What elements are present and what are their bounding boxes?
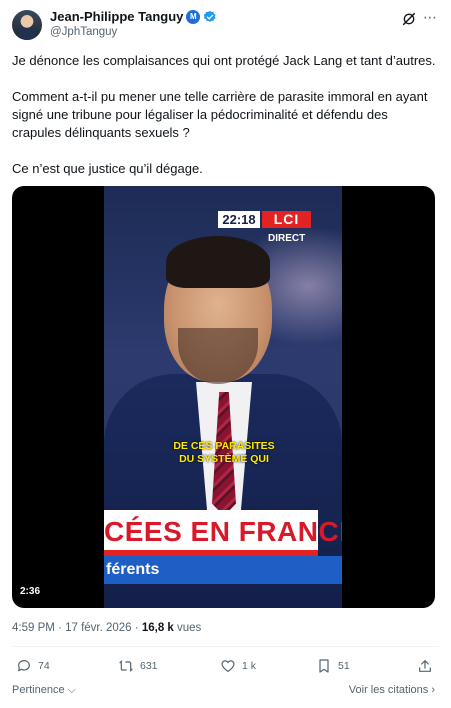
share-icon [419, 660, 431, 672]
bookmark-count: 51 [338, 660, 350, 672]
tweet-text: Je dénonce les complaisances qui ont pro… [12, 52, 439, 196]
news-banner-text: CÉES EN FRANCE [104, 516, 342, 547]
video-subtitle: DE CES PARASITES DU SYSTÈME QUI [164, 440, 284, 466]
news-subbanner-text: férents [106, 561, 160, 578]
tweet-header: Jean-Philippe Tanguy M @JphTanguy ⋯ [12, 8, 439, 44]
grok-icon[interactable] [401, 11, 417, 27]
meta-separator: · [58, 622, 62, 634]
heart-icon [221, 660, 235, 672]
subtitle-line: DE CES PARASITES [173, 440, 275, 452]
live-label: DIRECT [268, 233, 306, 244]
views-count: 16,8 k [141, 622, 174, 634]
repost-icon [119, 660, 133, 672]
affiliate-badge-icon[interactable]: M [186, 9, 201, 24]
share-button[interactable] [417, 658, 433, 674]
video-frame[interactable]: 22:18 LCI DIRECT DE CES PARASITES DU SYS… [104, 186, 342, 608]
reply-count: 74 [38, 660, 50, 672]
video-duration: 2:36 [20, 586, 41, 597]
author-name-line[interactable]: Jean-Philippe Tanguy M [50, 9, 217, 24]
author-handle[interactable]: @JphTanguy [50, 26, 117, 38]
author-display-name[interactable]: Jean-Philippe Tanguy [50, 9, 183, 24]
divider [12, 646, 439, 647]
tweet-date[interactable]: 17 févr. 2026 [65, 622, 132, 634]
bookmark-icon [319, 659, 329, 673]
tweet-paragraph: Je dénonce les complaisances qui ont pro… [12, 53, 436, 68]
reply-button[interactable]: 74 [16, 658, 50, 674]
person-hair [166, 236, 270, 288]
video-player[interactable]: 22:18 LCI DIRECT DE CES PARASITES DU SYS… [12, 186, 435, 608]
channel-logo: LCI [262, 211, 311, 228]
repost-count: 631 [140, 660, 158, 672]
like-button[interactable]: 1 k [220, 658, 256, 674]
tweet-paragraph: Comment a-t-il pu mener une telle carriè… [12, 89, 428, 140]
verified-badge-icon[interactable] [203, 10, 217, 24]
like-count: 1 k [242, 660, 257, 672]
chevron-right-icon: › [431, 684, 435, 696]
sort-dropdown[interactable]: Pertinence ⌵ [12, 684, 76, 697]
views-label: vues [177, 622, 202, 634]
chevron-down-icon: ⌵ [67, 684, 76, 696]
quotes-label: Voir les citations [348, 684, 429, 696]
tweet-actions: 74 631 1 k 51 [12, 658, 439, 678]
repost-button[interactable]: 631 [118, 658, 158, 674]
replies-footer: Pertinence ⌵ Voir les citations › [12, 684, 439, 700]
more-options-icon[interactable]: ⋯ [423, 10, 439, 26]
sort-label: Pertinence [12, 684, 65, 696]
meta-separator: · [134, 622, 139, 634]
tweet-paragraph: Ce n’est que justice qu’il dégage. [12, 161, 203, 176]
bookmark-button[interactable]: 51 [316, 658, 350, 674]
channel-clock: 22:18 [218, 211, 260, 228]
tweet-time[interactable]: 4:59 PM [12, 622, 55, 634]
subtitle-line: DU SYSTÈME QUI [179, 453, 269, 465]
view-quotes-link[interactable]: Voir les citations › [349, 684, 435, 696]
tweet-meta: 4:59 PM · 17 févr. 2026 · 16,8 k vues [12, 622, 201, 634]
avatar[interactable] [12, 10, 42, 40]
reply-icon [18, 660, 30, 672]
